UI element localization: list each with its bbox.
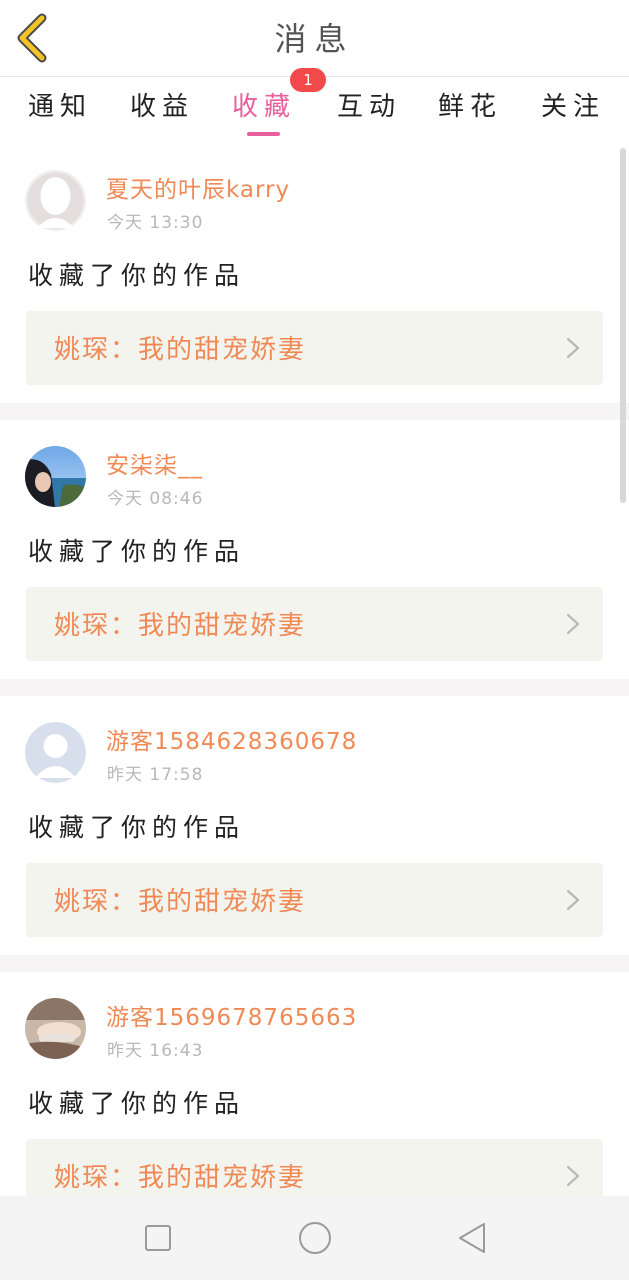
avatar[interactable] bbox=[25, 170, 86, 231]
message-item: 夏天的叶辰karry 今天 13:30 收藏了你的作品 姚琛：我的甜宠娇妻 bbox=[0, 148, 629, 406]
circle-icon bbox=[299, 1222, 331, 1254]
chevron-right-icon bbox=[566, 1165, 580, 1187]
avatar[interactable] bbox=[25, 998, 86, 1059]
message-item: 安柒柒__ 今天 08:46 收藏了你的作品 姚琛：我的甜宠娇妻 bbox=[0, 424, 629, 682]
message-item: 游客1584628360678 昨天 17:58 收藏了你的作品 姚琛：我的甜宠… bbox=[0, 700, 629, 958]
photo-avatar-icon bbox=[25, 446, 86, 507]
timestamp: 今天 08:46 bbox=[107, 489, 204, 509]
action-text: 收藏了你的作品 bbox=[28, 261, 246, 290]
username[interactable]: 游客1584628360678 bbox=[106, 722, 357, 756]
tab-bar: 通知 收益 收藏 互动 鲜花 关注 1 bbox=[0, 68, 629, 137]
divider bbox=[0, 679, 629, 696]
system-nav-bar bbox=[0, 1196, 629, 1280]
work-link-card[interactable]: 姚琛：我的甜宠娇妻 bbox=[26, 863, 603, 937]
scrollbar[interactable] bbox=[620, 148, 626, 503]
default-avatar-icon bbox=[25, 170, 86, 231]
tab-favorites[interactable]: 收藏 bbox=[232, 85, 296, 129]
unread-badge: 1 bbox=[290, 68, 326, 92]
timestamp: 今天 13:30 bbox=[107, 213, 204, 233]
home-button[interactable] bbox=[295, 1218, 335, 1258]
tab-interactions[interactable]: 互动 bbox=[337, 85, 401, 129]
tab-flowers[interactable]: 鲜花 bbox=[438, 85, 502, 129]
action-text: 收藏了你的作品 bbox=[28, 537, 246, 566]
active-tab-indicator bbox=[247, 132, 280, 136]
timestamp: 昨天 17:58 bbox=[107, 765, 204, 785]
username[interactable]: 安柒柒__ bbox=[106, 446, 203, 480]
triangle-back-icon bbox=[459, 1223, 485, 1253]
default-avatar-icon bbox=[25, 722, 86, 783]
username[interactable]: 夏天的叶辰karry bbox=[106, 170, 290, 204]
page-title: 消息 bbox=[274, 20, 355, 58]
username[interactable]: 游客1569678765663 bbox=[106, 998, 357, 1032]
tab-following[interactable]: 关注 bbox=[541, 85, 605, 129]
chevron-right-icon bbox=[566, 613, 580, 635]
chevron-right-icon bbox=[566, 337, 580, 359]
timestamp: 昨天 16:43 bbox=[107, 1041, 204, 1061]
header-bar: 消息 bbox=[0, 0, 629, 77]
square-icon bbox=[145, 1225, 171, 1251]
work-link-card[interactable]: 姚琛：我的甜宠娇妻 bbox=[26, 1139, 603, 1196]
tab-notifications[interactable]: 通知 bbox=[28, 85, 92, 129]
action-text: 收藏了你的作品 bbox=[28, 813, 246, 842]
work-title: 姚琛：我的甜宠娇妻 bbox=[54, 335, 307, 365]
work-link-card[interactable]: 姚琛：我的甜宠娇妻 bbox=[26, 311, 603, 385]
chevron-right-icon bbox=[566, 889, 580, 911]
divider bbox=[0, 403, 629, 420]
avatar[interactable] bbox=[25, 446, 86, 507]
divider bbox=[0, 955, 629, 972]
messages-page: 消息 通知 收益 收藏 互动 鲜花 关注 1 夏天的叶辰karry 今天 13:… bbox=[0, 0, 629, 1280]
back-nav-button[interactable] bbox=[452, 1218, 492, 1258]
work-title: 姚琛：我的甜宠娇妻 bbox=[54, 611, 307, 641]
work-link-card[interactable]: 姚琛：我的甜宠娇妻 bbox=[26, 587, 603, 661]
photo-avatar-icon bbox=[25, 998, 86, 1059]
avatar[interactable] bbox=[25, 722, 86, 783]
message-list[interactable]: 夏天的叶辰karry 今天 13:30 收藏了你的作品 姚琛：我的甜宠娇妻 安柒… bbox=[0, 148, 629, 1196]
action-text: 收藏了你的作品 bbox=[28, 1089, 246, 1118]
work-title: 姚琛：我的甜宠娇妻 bbox=[54, 887, 307, 917]
message-item: 游客1569678765663 昨天 16:43 收藏了你的作品 姚琛：我的甜宠… bbox=[0, 976, 629, 1196]
tab-earnings[interactable]: 收益 bbox=[130, 85, 194, 129]
work-title: 姚琛：我的甜宠娇妻 bbox=[54, 1163, 307, 1193]
recent-apps-button[interactable] bbox=[138, 1218, 178, 1258]
